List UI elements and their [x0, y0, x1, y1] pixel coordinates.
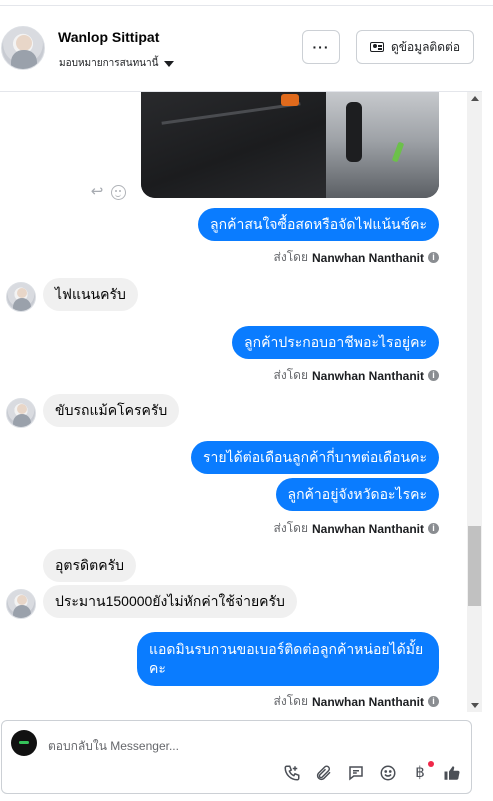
contact-avatar[interactable] — [1, 26, 45, 70]
messenger-inbox-thread: Wanlop Sittipat มอบหมายการสนทนานี้ ··· ด… — [0, 0, 493, 801]
sent-by-name: Nanwhan Nanthanit — [311, 250, 424, 265]
info-icon[interactable]: i — [428, 370, 439, 381]
emoji-icon[interactable] — [379, 764, 397, 782]
view-contact-info-button[interactable]: ดูข้อมูลติดต่อ — [356, 30, 474, 64]
composer-toolbar: ฿ — [283, 761, 461, 782]
incoming-message[interactable]: ประมาน150000ยังไม่หักค่าใช้จ่ายครับ — [43, 585, 297, 618]
message-line: คะ — [149, 660, 166, 676]
chevron-down-icon — [164, 60, 175, 67]
notification-dot — [428, 761, 434, 767]
reply-icon[interactable]: ↩ — [89, 184, 105, 200]
like-icon[interactable] — [443, 764, 461, 782]
payment-icon[interactable]: ฿ — [411, 761, 434, 782]
reply-input[interactable]: ตอบกลับใน Messenger... — [48, 737, 179, 756]
scroll-up-icon[interactable] — [471, 96, 479, 101]
message-line: แอดมินรบกวนขอเบอร์ติดต่อลูกค้าหน่อยได้มั… — [149, 641, 424, 657]
contact-card-icon — [369, 42, 384, 52]
incoming-message[interactable]: อุตรดิตครับ — [43, 549, 136, 582]
call-icon[interactable] — [283, 764, 301, 782]
sent-by-prefix: ส่งโดย — [273, 368, 308, 382]
contact-avatar-small[interactable] — [6, 589, 36, 619]
sent-by-info: ส่งโดย Nanwhan Nanthanit i — [274, 248, 439, 267]
view-contact-info-label: ดูข้อมูลติดต่อ — [390, 39, 461, 54]
sent-by-prefix: ส่งโดย — [273, 521, 308, 535]
react-emoji-icon[interactable] — [111, 184, 126, 200]
photo-actions: ↩ — [89, 184, 126, 200]
assign-conversation-dropdown[interactable]: มอบหมายการสนทนานี้ — [59, 56, 175, 71]
incoming-message[interactable]: ขับรถแม้คโครครับ — [43, 394, 180, 427]
payment-symbol: ฿ — [415, 764, 425, 781]
outgoing-message[interactable]: ลูกค้าสนใจซื้อสดหรือจัดไฟแน้นช์คะ — [198, 208, 439, 241]
attach-icon[interactable] — [315, 764, 333, 782]
info-icon[interactable]: i — [428, 252, 439, 263]
outgoing-message[interactable]: ลูกค้าประกอบอาชีพอะไรอยู่คะ — [232, 326, 439, 359]
sent-by-name: Nanwhan Nanthanit — [311, 694, 424, 709]
sent-by-name: Nanwhan Nanthanit — [311, 521, 424, 536]
contact-name[interactable]: Wanlop Sittipat — [58, 29, 159, 45]
contact-avatar-small[interactable] — [6, 282, 36, 312]
incoming-message[interactable]: ไฟแนนครับ — [43, 278, 138, 311]
more-options-label: ··· — [312, 39, 330, 55]
message-photo[interactable] — [141, 92, 439, 198]
sent-by-prefix: ส่งโดย — [273, 250, 308, 264]
saved-replies-icon[interactable] — [347, 764, 365, 782]
sent-by-name: Nanwhan Nanthanit — [311, 368, 424, 383]
info-icon[interactable]: i — [428, 523, 439, 534]
message-list-scrollbar[interactable] — [467, 92, 482, 712]
contact-avatar-small[interactable] — [6, 398, 36, 428]
conversation-header: Wanlop Sittipat มอบหมายการสนทนานี้ ··· ด… — [0, 6, 482, 92]
reply-composer[interactable]: ตอบกลับใน Messenger... ฿ — [1, 720, 472, 794]
outgoing-message[interactable]: แอดมินรบกวนขอเบอร์ติดต่อลูกค้าหน่อยได้มั… — [137, 632, 439, 686]
sent-by-prefix: ส่งโดย — [273, 694, 308, 708]
message-list[interactable]: ↩ ลูกค้าสนใจซื้อสดหรือจัดไฟแน้นช์คะ ส่งโ… — [0, 92, 482, 712]
outgoing-message[interactable]: รายได้ต่อเดือนลูกค้ากี่บาทต่อเดือนคะ — [190, 441, 439, 474]
sent-by-info: ส่งโดย Nanwhan Nanthanit i — [274, 366, 439, 385]
outgoing-message[interactable]: ลูกค้าอยู่จังหวัดอะไรคะ — [275, 478, 439, 511]
more-options-button[interactable]: ··· — [302, 30, 340, 64]
info-icon[interactable]: i — [428, 696, 439, 707]
scrollbar-thumb[interactable] — [468, 526, 481, 606]
sent-by-info: ส่งโดย Nanwhan Nanthanit i — [274, 692, 439, 711]
assign-label: มอบหมายการสนทนานี้ — [59, 58, 159, 69]
scroll-down-icon[interactable] — [471, 703, 479, 708]
page-logo-avatar — [11, 730, 37, 756]
sent-by-info: ส่งโดย Nanwhan Nanthanit i — [274, 519, 439, 538]
